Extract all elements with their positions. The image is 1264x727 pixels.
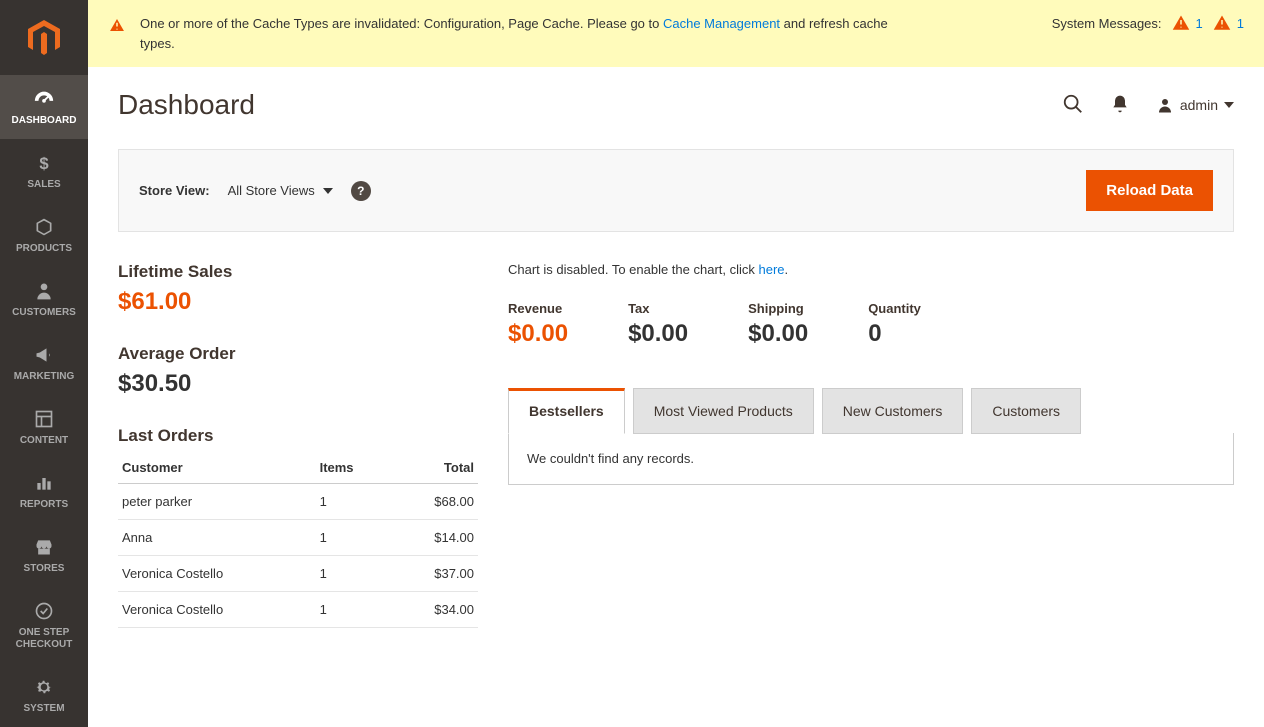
nav-item-reports[interactable]: REPORTS: [0, 459, 88, 523]
empty-records-text: We couldn't find any records.: [527, 451, 694, 466]
reload-data-button[interactable]: Reload Data: [1086, 170, 1213, 211]
total-tax: Tax$0.00: [628, 301, 688, 348]
help-icon[interactable]: ?: [351, 181, 371, 201]
store-view-label: Store View:: [139, 183, 210, 198]
total-quantity: Quantity0: [868, 301, 921, 348]
tab-most-viewed-products[interactable]: Most Viewed Products: [633, 388, 814, 434]
nav-item-system[interactable]: SYSTEM: [0, 663, 88, 727]
cache-management-link[interactable]: Cache Management: [663, 16, 780, 31]
notifications-icon[interactable]: [1110, 94, 1130, 117]
dollar-icon: $: [32, 151, 56, 175]
nav-item-content[interactable]: CONTENT: [0, 395, 88, 459]
cube-icon: [32, 215, 56, 239]
total-shipping: Shipping$0.00: [748, 301, 808, 348]
page-title: Dashboard: [118, 89, 255, 121]
nav-item-one-step-checkout[interactable]: ONE STEP CHECKOUT: [0, 587, 88, 663]
gear-icon: [32, 675, 56, 699]
store-view-bar: Store View: All Store Views ? Reload Dat…: [118, 149, 1234, 232]
tab-panel: We couldn't find any records.: [508, 433, 1234, 485]
main: One or more of the Cache Types are inval…: [88, 0, 1264, 727]
tab-bestsellers[interactable]: Bestsellers: [508, 388, 625, 434]
sidebar: DASHBOARD$SALESPRODUCTSCUSTOMERSMARKETIN…: [0, 0, 88, 727]
store-view-select[interactable]: All Store Views: [228, 183, 333, 198]
average-order-value: $30.50: [118, 370, 478, 398]
storefront-icon: [32, 535, 56, 559]
warning-icon: [108, 16, 126, 37]
last-orders-table: Customer Items Total peter parker1$68.00…: [118, 452, 478, 628]
table-row[interactable]: Veronica Costello1$37.00: [118, 556, 478, 592]
checkout-icon: [32, 599, 56, 623]
col-customer: Customer: [118, 452, 316, 484]
col-items: Items: [316, 452, 392, 484]
table-row[interactable]: Veronica Costello1$34.00: [118, 592, 478, 628]
tab-customers[interactable]: Customers: [971, 388, 1081, 434]
svg-text:$: $: [39, 154, 49, 173]
system-message-count-2[interactable]: 1: [1213, 14, 1244, 32]
speedometer-icon: [32, 87, 56, 111]
system-message-count-1[interactable]: 1: [1172, 14, 1203, 32]
tab-new-customers[interactable]: New Customers: [822, 388, 964, 434]
person-icon: [32, 279, 56, 303]
total-revenue: Revenue$0.00: [508, 301, 568, 348]
table-row[interactable]: Anna1$14.00: [118, 520, 478, 556]
nav-item-customers[interactable]: CUSTOMERS: [0, 267, 88, 331]
nav-item-stores[interactable]: STORES: [0, 523, 88, 587]
table-row[interactable]: peter parker1$68.00: [118, 484, 478, 520]
magento-logo[interactable]: [0, 0, 88, 75]
lifetime-sales-value: $61.00: [118, 288, 478, 316]
lifetime-sales-label: Lifetime Sales: [118, 262, 478, 282]
average-order-label: Average Order: [118, 344, 478, 364]
nav-item-sales[interactable]: $SALES: [0, 139, 88, 203]
system-message-bar: One or more of the Cache Types are inval…: [88, 0, 1264, 67]
megaphone-icon: [32, 343, 56, 367]
col-total: Total: [392, 452, 478, 484]
last-orders-title: Last Orders: [118, 426, 478, 446]
admin-user-menu[interactable]: admin: [1156, 96, 1234, 114]
search-icon[interactable]: [1062, 93, 1084, 118]
system-message-text: One or more of the Cache Types are inval…: [140, 14, 900, 53]
nav-item-dashboard[interactable]: DASHBOARD: [0, 75, 88, 139]
system-messages-label: System Messages:: [1052, 16, 1162, 31]
layout-icon: [32, 407, 56, 431]
enable-chart-link[interactable]: here: [759, 262, 785, 277]
chart-disabled-message: Chart is disabled. To enable the chart, …: [508, 262, 1234, 277]
barchart-icon: [32, 471, 56, 495]
nav-item-products[interactable]: PRODUCTS: [0, 203, 88, 267]
nav-item-marketing[interactable]: MARKETING: [0, 331, 88, 395]
